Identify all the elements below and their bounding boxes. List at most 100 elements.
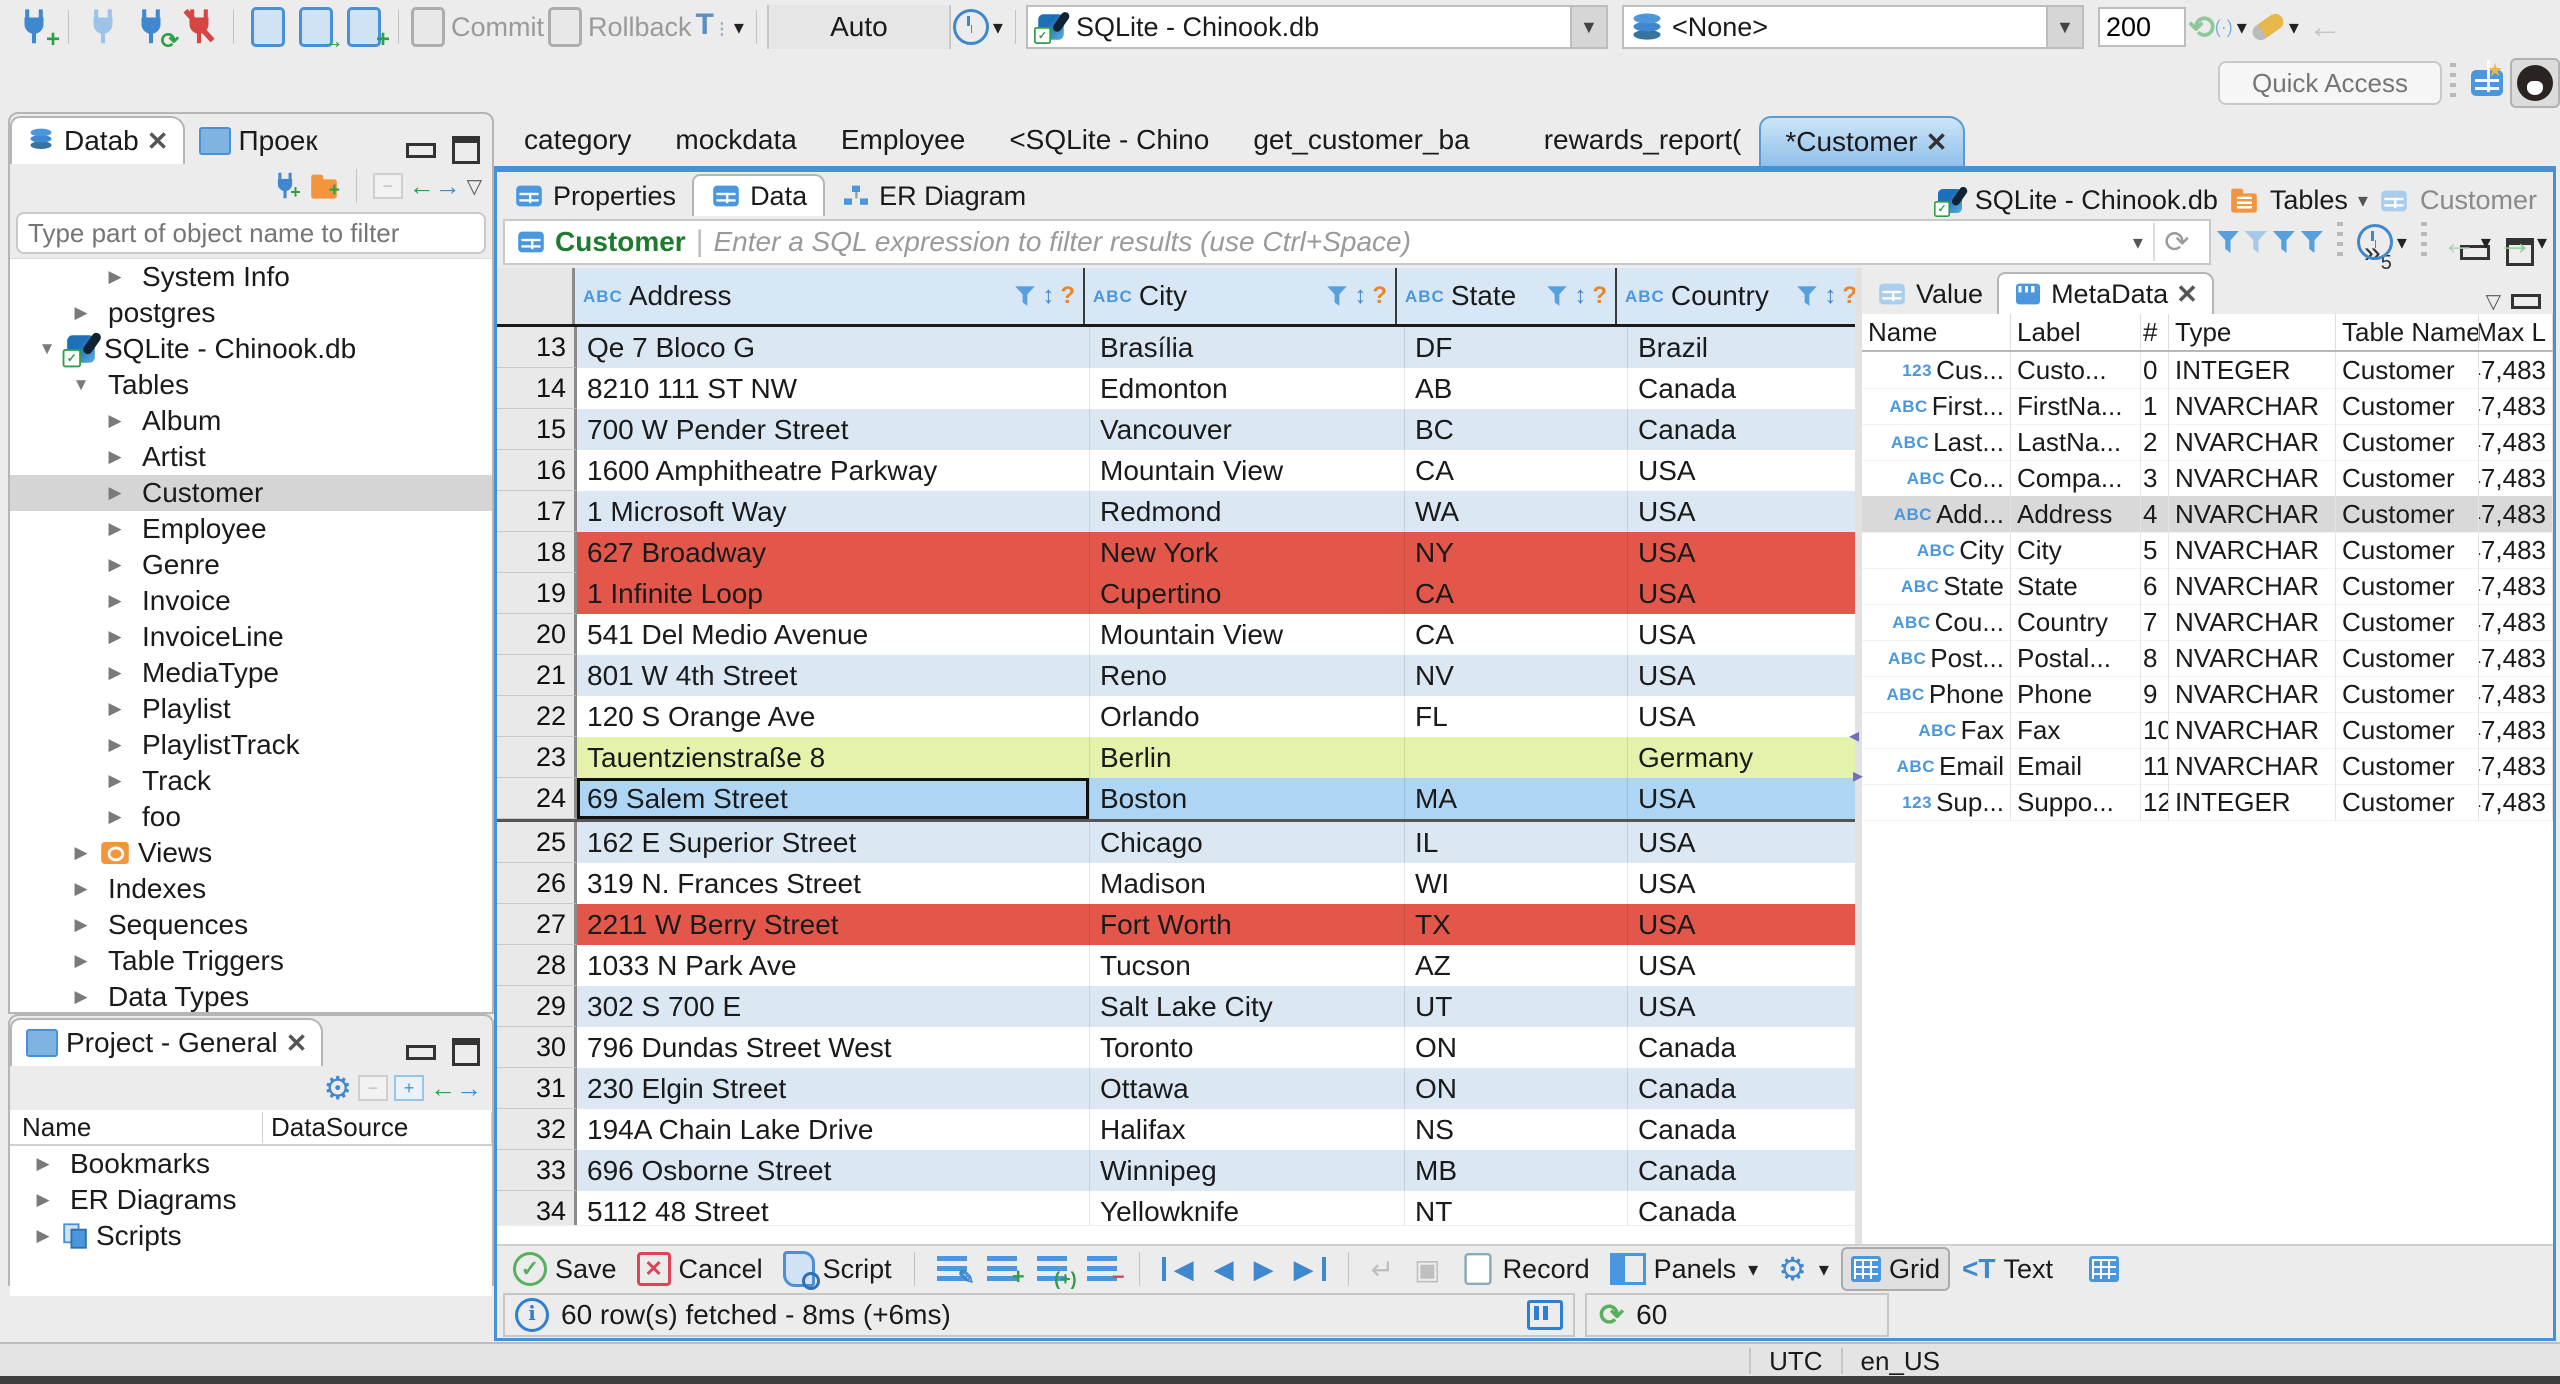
cell-country[interactable]: USA bbox=[1628, 450, 1855, 491]
meta-name[interactable]: ABC Fax bbox=[1862, 712, 2011, 749]
editor-tab[interactable]: get_customer_ba bbox=[1227, 114, 1487, 166]
tree-item[interactable]: ▶ Indexes bbox=[10, 871, 492, 907]
meta-name[interactable]: ABC Add... bbox=[1862, 496, 2011, 533]
connection-dropdown-button[interactable]: ▼ bbox=[1569, 7, 1606, 47]
dbeaver-perspective-icon[interactable] bbox=[2510, 58, 2560, 108]
row-number[interactable]: 18 bbox=[497, 532, 577, 573]
cell-state[interactable]: CA bbox=[1405, 614, 1628, 655]
edit-row-button[interactable]: ✎ bbox=[929, 1249, 975, 1289]
meta-max-length[interactable]: 2,147,483 bbox=[2479, 604, 2553, 641]
cell-country[interactable]: USA bbox=[1628, 696, 1855, 737]
maximize-icon[interactable] bbox=[452, 1038, 480, 1066]
metadata-row[interactable]: ABCState State 6 NVARCHAR Customer 2,147… bbox=[1862, 568, 2553, 605]
table-row[interactable]: 22 120 S Orange Ave Orlando FL USA 32 bbox=[497, 696, 1855, 737]
cell-city[interactable]: Salt Lake City bbox=[1090, 986, 1405, 1027]
panels-button[interactable]: Panels bbox=[1602, 1249, 1767, 1289]
cell-city[interactable]: Berlin bbox=[1090, 737, 1405, 778]
table-row[interactable]: 21 801 W 4th Street Reno NV USA 89 bbox=[497, 655, 1855, 696]
metadata-row[interactable]: ABC Post... Postal... 8 NVARCHAR Customer… bbox=[1862, 640, 2553, 677]
meta-label[interactable]: Country bbox=[2011, 604, 2141, 641]
metadata-row[interactable]: ABCCou... Country 7 NVARCHAR Customer 2,… bbox=[1862, 604, 2553, 641]
expand-arrow-icon[interactable]: ▶ bbox=[104, 663, 126, 683]
meta-max-length[interactable]: 2,147,483 bbox=[2479, 352, 2553, 389]
cell-state[interactable]: FL bbox=[1405, 696, 1628, 737]
cell-city[interactable]: Vancouver bbox=[1090, 409, 1405, 450]
tree-item[interactable]: ▶ PlaylistTrack bbox=[10, 727, 492, 763]
column-info-icon[interactable]: ? bbox=[1592, 282, 1607, 310]
expand-arrow-icon[interactable]: ▶ bbox=[104, 771, 126, 791]
delete-row-button[interactable]: − bbox=[1079, 1249, 1125, 1289]
meta-type[interactable]: NVARCHAR bbox=[2169, 460, 2336, 497]
project-item[interactable]: ▶ Scripts bbox=[10, 1218, 492, 1254]
meta-table[interactable]: Customer bbox=[2336, 388, 2479, 425]
rollback-button[interactable]: Rollback bbox=[548, 4, 692, 50]
row-number[interactable]: 21 bbox=[497, 655, 577, 696]
meta-number[interactable]: 11 bbox=[2141, 748, 2169, 785]
row-number[interactable]: 19 bbox=[497, 573, 577, 614]
cell-city[interactable]: Edmonton bbox=[1090, 368, 1405, 409]
calc-panel-icon[interactable] bbox=[1527, 1300, 1563, 1330]
sql-editor-icon[interactable] bbox=[246, 4, 290, 50]
grid-view-button[interactable]: Grid bbox=[1840, 1247, 1950, 1291]
row-number[interactable]: 30 bbox=[497, 1027, 577, 1068]
row-number[interactable]: 33 bbox=[497, 1150, 577, 1191]
metadata-row[interactable]: ABCAdd... Address 4 NVARCHAR Customer 2,… bbox=[1862, 496, 2553, 533]
row-number[interactable]: 15 bbox=[497, 409, 577, 450]
cell-country[interactable]: USA bbox=[1628, 778, 1855, 819]
meta-table[interactable]: Customer bbox=[2336, 604, 2479, 641]
cell-address[interactable]: 696 Osborne Street bbox=[577, 1150, 1090, 1191]
tab-project-general[interactable]: Project - General ✕ bbox=[10, 1018, 324, 1066]
meta-label[interactable]: City bbox=[2011, 532, 2141, 569]
editor-tab[interactable]: rewards_report( bbox=[1488, 114, 1760, 166]
cell-state[interactable]: NY bbox=[1405, 532, 1628, 573]
meta-name[interactable]: ABC Post... bbox=[1862, 640, 2011, 677]
tab-data[interactable]: Data bbox=[692, 174, 826, 216]
cell-country[interactable]: USA bbox=[1628, 491, 1855, 532]
expand-arrow-icon[interactable]: ▶ bbox=[32, 1190, 54, 1210]
meta-type[interactable]: NVARCHAR bbox=[2169, 424, 2336, 461]
row-number[interactable]: 24 bbox=[497, 778, 577, 819]
row-number[interactable]: 28 bbox=[497, 945, 577, 986]
cell-address[interactable]: 2211 W Berry Street bbox=[577, 904, 1090, 945]
filter-history-icon[interactable]: ▾ bbox=[2133, 230, 2143, 255]
cell-country[interactable]: Canada bbox=[1628, 1109, 1855, 1150]
meta-type[interactable]: NVARCHAR bbox=[2169, 748, 2336, 785]
sort-icon[interactable]: ↕ bbox=[1354, 282, 1366, 310]
expand-arrow-icon[interactable]: ▶ bbox=[104, 411, 126, 431]
row-number[interactable]: 20 bbox=[497, 614, 577, 655]
open-sql-editor-icon[interactable]: → bbox=[294, 4, 344, 52]
expand-arrow-icon[interactable]: ▶ bbox=[70, 843, 92, 863]
meta-type[interactable]: INTEGER bbox=[2169, 784, 2336, 821]
editor-tab[interactable]: *Customer ✕ bbox=[1759, 116, 1966, 166]
cell-city[interactable]: Mountain View bbox=[1090, 450, 1405, 491]
sort-icon[interactable]: ↕ bbox=[1042, 282, 1054, 310]
refresh-icon[interactable]: ⟳ bbox=[1599, 1298, 1624, 1333]
cell-state[interactable]: CA bbox=[1405, 450, 1628, 491]
cell-city[interactable]: New York bbox=[1090, 532, 1405, 573]
meta-type[interactable]: NVARCHAR bbox=[2169, 640, 2336, 677]
cell-state[interactable]: MA bbox=[1405, 778, 1628, 819]
metadata-row[interactable]: ABCCo... Compa... 3 NVARCHAR Customer 2,… bbox=[1862, 460, 2553, 497]
row-number[interactable]: 29 bbox=[497, 986, 577, 1027]
tree-item[interactable]: ▶ foo bbox=[10, 799, 492, 835]
meta-max-length[interactable]: 2,147,483 bbox=[2479, 424, 2553, 461]
table-row[interactable]: 16 1600 Amphitheatre Parkway Mountain Vi… bbox=[497, 450, 1855, 491]
tree-item[interactable]: ▶ Track bbox=[10, 763, 492, 799]
column-type[interactable]: Type bbox=[2169, 314, 2336, 350]
execution-time-icon[interactable] bbox=[2356, 224, 2407, 260]
cell-state[interactable]: ON bbox=[1405, 1068, 1628, 1109]
meta-number[interactable]: 5 bbox=[2141, 532, 2169, 569]
tree-item[interactable]: ▶ Table Triggers bbox=[10, 943, 492, 979]
row-number[interactable]: 17 bbox=[497, 491, 577, 532]
meta-name[interactable]: 123 Cus... bbox=[1862, 352, 2011, 389]
collapse-all-icon[interactable]: − bbox=[372, 173, 403, 199]
cell-state[interactable]: TX bbox=[1405, 904, 1628, 945]
tree-item[interactable]: ▶ InvoiceLine bbox=[10, 619, 492, 655]
meta-table[interactable]: Customer bbox=[2336, 460, 2479, 497]
cell-address[interactable]: 319 N. Frances Street bbox=[577, 863, 1090, 904]
cell-address[interactable]: 801 W 4th Street bbox=[577, 655, 1090, 696]
tree-item[interactable]: ▶ Artist bbox=[10, 439, 492, 475]
column-header-city[interactable]: ABC City ↕? bbox=[1085, 268, 1397, 324]
cell-city[interactable]: Toronto bbox=[1090, 1027, 1405, 1068]
row-number[interactable]: 27 bbox=[497, 904, 577, 945]
